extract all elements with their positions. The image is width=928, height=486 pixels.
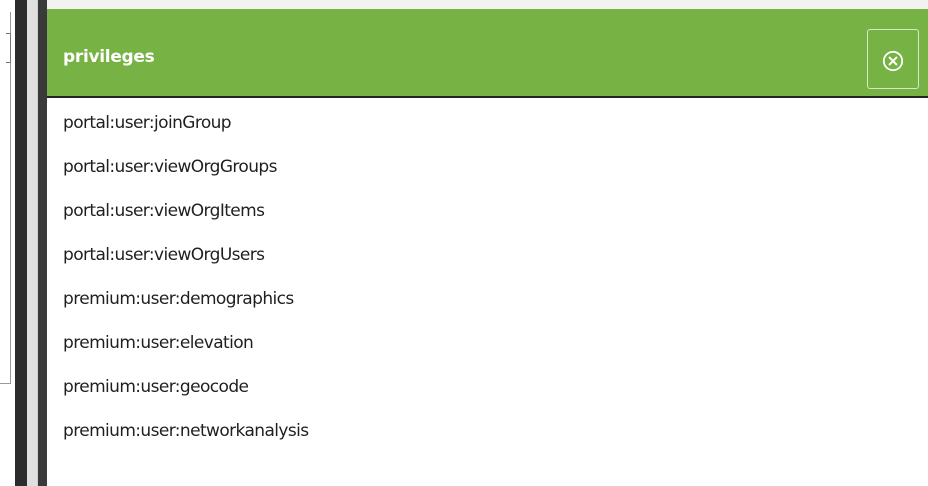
privileges-dialog: privileges portal:user:joinGroup portal:… bbox=[47, 0, 928, 486]
privilege-item: premium:user:elevation bbox=[63, 333, 254, 353]
background-panel bbox=[0, 0, 11, 384]
splitter-gap bbox=[27, 0, 38, 486]
close-button[interactable] bbox=[867, 29, 919, 89]
privilege-item: premium:user:demographics bbox=[63, 289, 294, 309]
background-panel-top bbox=[0, 0, 11, 12]
privilege-item: premium:user:networkanalysis bbox=[63, 421, 309, 441]
splitter-bar[interactable] bbox=[15, 0, 27, 486]
dialog-header: privileges bbox=[47, 0, 928, 98]
privilege-item: portal:user:viewOrgUsers bbox=[63, 245, 265, 265]
close-circle-icon bbox=[882, 50, 904, 72]
background-panel-handle bbox=[0, 33, 11, 63]
privilege-list: portal:user:joinGroup portal:user:viewOr… bbox=[63, 110, 309, 462]
privilege-item: portal:user:viewOrgItems bbox=[63, 201, 265, 221]
privilege-item: portal:user:viewOrgGroups bbox=[63, 157, 277, 177]
splitter-edge bbox=[38, 0, 47, 486]
dialog-title: privileges bbox=[63, 47, 155, 67]
privilege-item: portal:user:joinGroup bbox=[63, 113, 232, 133]
screen: privileges portal:user:joinGroup portal:… bbox=[0, 0, 928, 486]
privilege-item: premium:user:geocode bbox=[63, 377, 249, 397]
